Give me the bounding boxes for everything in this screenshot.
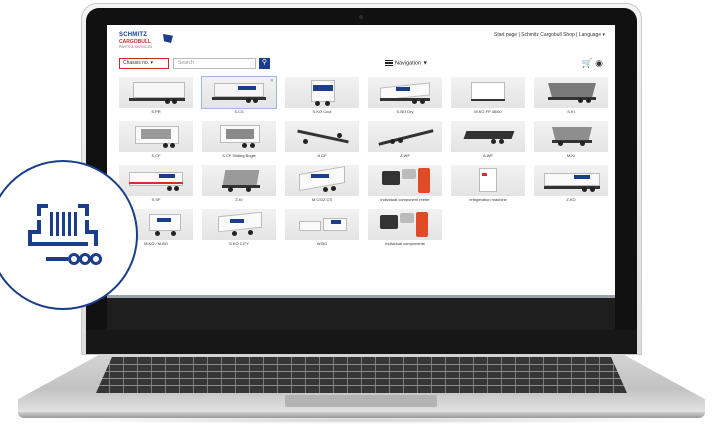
trailer-image <box>202 165 276 196</box>
product-tile[interactable]: S.KI <box>534 77 608 116</box>
trailer-image <box>119 77 193 108</box>
product-tile[interactable]: Z.WF <box>368 121 442 160</box>
product-label: S.CS <box>234 109 244 114</box>
trailer-image <box>202 209 276 240</box>
product-label: S.KI <box>567 109 575 114</box>
product-label: A.WF <box>483 153 493 158</box>
browser-screen: SCHMITZ CARGOBULL PARTS & SERVICES Start… <box>107 25 615 330</box>
product-tile[interactable]: M.CS/Z.CS <box>285 165 359 204</box>
component-image <box>368 209 442 240</box>
product-tile[interactable]: S.PR <box>119 77 193 116</box>
product-label: refrigeration machine <box>469 197 507 202</box>
header-icons: 🛒◉ <box>582 58 605 69</box>
product-tile[interactable]: S.KO CITY <box>202 209 276 248</box>
footer-divider <box>107 295 615 298</box>
product-tile[interactable]: W.BO <box>285 209 359 248</box>
cart-icon[interactable]: 🛒 <box>582 58 595 68</box>
product-tile[interactable]: Z.KI <box>202 165 276 204</box>
product-label: S.CF Sliding Bogie <box>222 153 256 158</box>
product-label: S.KO Cool <box>312 109 332 114</box>
product-label: M.CS/Z.CS <box>311 197 333 202</box>
schmitz-cargobull-logo[interactable]: SCHMITZ CARGOBULL PARTS & SERVICES <box>119 32 187 54</box>
trailer-image <box>285 209 359 240</box>
trailer-image <box>368 121 442 152</box>
laptop-front-lip <box>18 412 705 418</box>
chevron-down-icon: ▼ <box>422 60 428 67</box>
trailer-image <box>285 165 359 196</box>
product-tile[interactable]: S.BO Dry <box>368 77 442 116</box>
trailer-image <box>285 77 359 108</box>
product-tile-selected[interactable]: ✕ S.CS <box>201 76 277 116</box>
refrigeration-unit-image <box>451 165 525 196</box>
product-label: Individual component reefer <box>380 197 430 202</box>
trailer-image <box>202 121 276 152</box>
trailer-image <box>451 121 525 152</box>
product-tile[interactable]: M.KI <box>534 121 608 160</box>
product-tile[interactable]: A.WF <box>451 121 525 160</box>
page-footer <box>107 295 615 330</box>
product-label: A.CF <box>317 153 327 158</box>
product-tile[interactable]: refrigeration machine <box>451 165 525 204</box>
product-tile[interactable]: S.CF Sliding Bogie <box>202 121 276 160</box>
search-icon: ⚲ <box>261 59 268 66</box>
trailer-image <box>201 76 277 109</box>
trailer-image <box>451 77 525 108</box>
product-label: Z.WF <box>400 153 410 158</box>
trackpad <box>285 395 437 407</box>
product-tile[interactable]: S.CF <box>119 121 193 160</box>
top-links[interactable]: Start page | Schmitz Cargobull Shop | La… <box>494 32 605 38</box>
product-label: S.CF <box>151 153 161 158</box>
product-label: M.KO FP 45/60 <box>474 109 502 114</box>
trailer-image <box>119 121 193 152</box>
close-icon[interactable]: ✕ <box>270 78 274 84</box>
search-bar: Chassis no. ▾ Search ⚲ <box>119 58 279 69</box>
barcode-scanner-icon <box>28 204 102 265</box>
product-label: Z.KO <box>566 197 576 202</box>
product-tile[interactable]: A.CF <box>285 121 359 160</box>
component-image <box>368 165 442 196</box>
hamburger-icon <box>385 60 393 66</box>
search-input[interactable]: Search <box>173 58 256 69</box>
product-label: Individual components <box>385 241 425 246</box>
chassis-number-dropdown[interactable]: Chassis no. ▾ <box>119 58 169 69</box>
trailer-image <box>534 121 608 152</box>
trailer-image <box>285 121 359 152</box>
product-label: W.BO <box>316 241 328 246</box>
webcam-icon <box>359 15 363 19</box>
product-label: M.KI <box>566 153 576 158</box>
user-icon[interactable]: ◉ <box>595 58 605 68</box>
product-label: S.KO CITY <box>229 241 249 246</box>
navigation-label: Navigation <box>395 60 421 67</box>
product-tile[interactable]: Individual component reefer <box>368 165 442 204</box>
trailer-image <box>534 77 608 108</box>
laptop-chin <box>86 330 637 354</box>
logo-line3: PARTS & SERVICES <box>119 45 153 49</box>
product-tile[interactable]: M.KO FP 45/60 <box>451 77 525 116</box>
navigation-menu-button[interactable]: Navigation ▼ <box>385 60 428 66</box>
product-label: S.BO Dry <box>396 109 414 114</box>
product-tile[interactable]: S.KO Cool <box>285 77 359 116</box>
trailer-image <box>534 165 608 196</box>
barcode-scanner-badge <box>0 160 138 310</box>
product-tile[interactable]: Z.KO <box>534 165 608 204</box>
search-button[interactable]: ⚲ <box>259 58 270 69</box>
product-label: S.PR <box>151 109 161 114</box>
product-label: Z.KI <box>235 197 243 202</box>
keyboard <box>96 357 627 393</box>
logo-line1: SCHMITZ <box>119 32 148 38</box>
trailer-image <box>368 77 442 108</box>
product-tile[interactable]: Individual components <box>368 209 442 248</box>
